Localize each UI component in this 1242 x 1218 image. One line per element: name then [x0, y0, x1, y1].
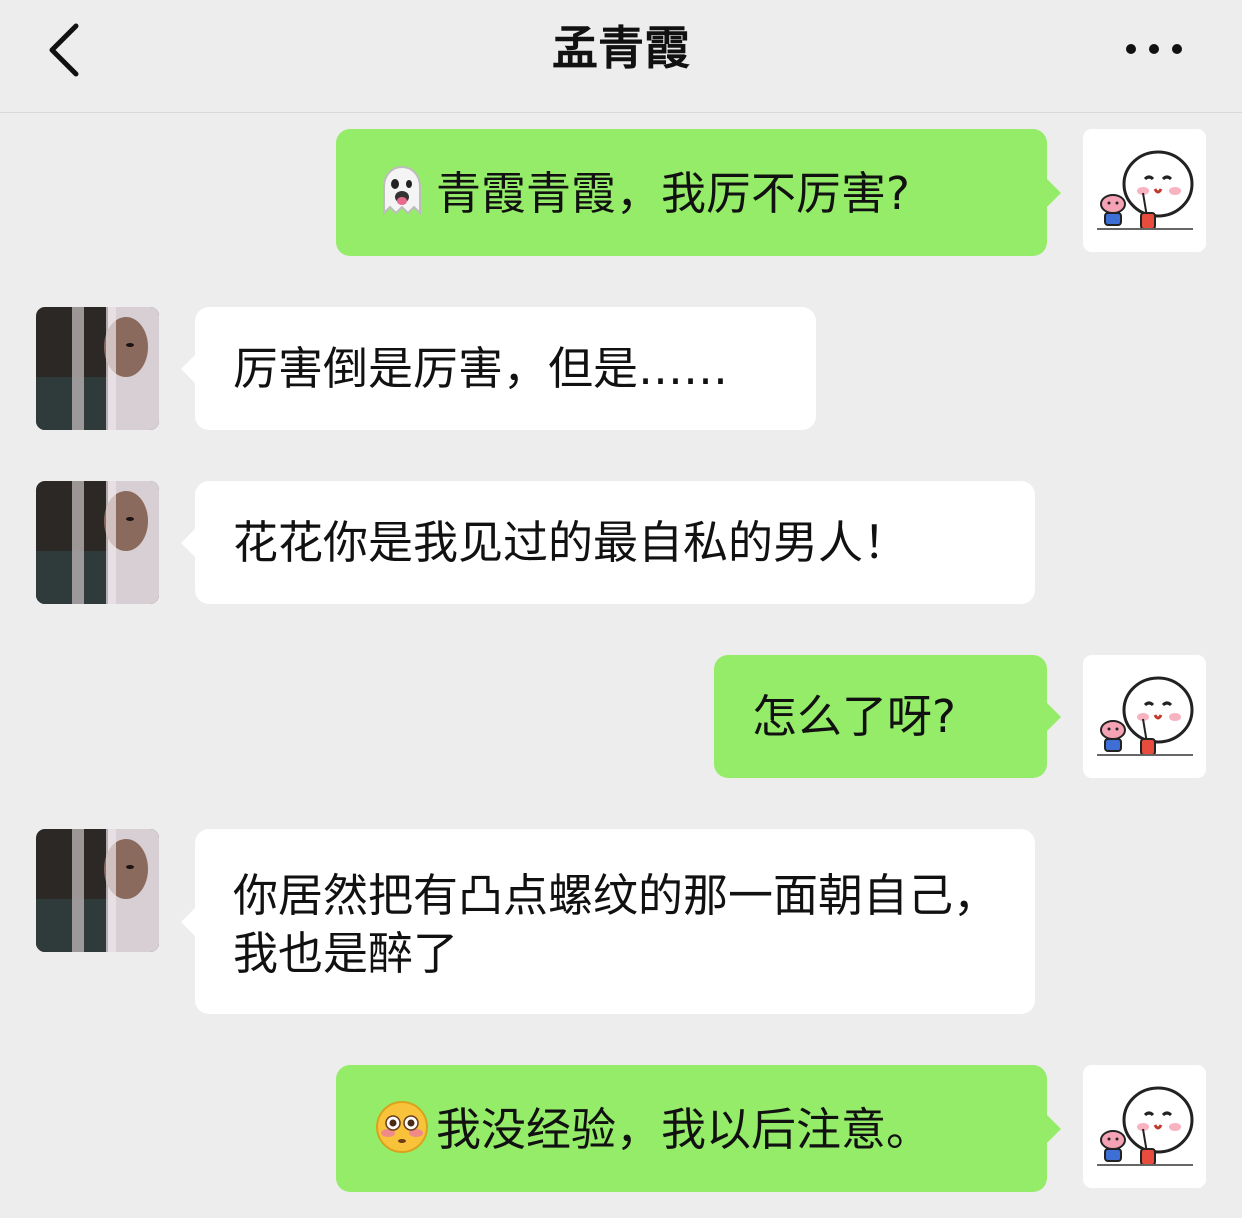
contact-photo-avatar-icon [36, 307, 159, 430]
message-text: 厉害倒是厉害，但是…… [233, 342, 729, 395]
more-dot-icon [1172, 44, 1182, 54]
message-bubble-sent[interactable]: 我没经验，我以后注意。 [336, 1065, 1061, 1192]
self-avatar[interactable] [1083, 655, 1206, 778]
message-row: 青霞青霞，我厉不厉害? [0, 129, 1242, 256]
message-row: 怎么了呀? [0, 655, 1242, 778]
message-bubble-received[interactable]: 厉害倒是厉害，但是…… [181, 307, 816, 430]
contact-avatar[interactable] [36, 481, 159, 604]
chat-title: 孟青霞 [552, 21, 690, 75]
message-bubble-received[interactable]: 花花你是我见过的最自私的男人！ [181, 481, 1035, 604]
more-dot-icon [1149, 44, 1159, 54]
message-text: 怎么了呀? [752, 690, 956, 743]
message-text: 花花你是我见过的最自私的男人！ [233, 516, 909, 569]
contact-avatar[interactable] [36, 829, 159, 952]
message-text: 青霞青霞，我厉不厉害? [436, 167, 910, 220]
message-text: 我没经验，我以后注意。 [436, 1103, 932, 1156]
message-row: 花花你是我见过的最自私的男人！ [0, 481, 1242, 604]
bun-sticker-avatar-icon [1083, 655, 1206, 778]
message-bubble-sent[interactable]: 怎么了呀? [714, 655, 1061, 778]
more-dot-icon [1126, 44, 1136, 54]
contact-photo-avatar-icon [36, 481, 159, 604]
message-bubble-sent[interactable]: 青霞青霞，我厉不厉害? [336, 129, 1061, 256]
bun-sticker-avatar-icon [1083, 129, 1206, 252]
more-options-button[interactable] [1122, 30, 1186, 66]
message-bubble-received[interactable]: 你居然把有凸点螺纹的那一面朝自己，我也是醉了 [181, 829, 1035, 1014]
contact-photo-avatar-icon [36, 829, 159, 952]
self-avatar[interactable] [1083, 129, 1206, 252]
self-avatar[interactable] [1083, 1065, 1206, 1188]
message-row: 厉害倒是厉害，但是…… [0, 307, 1242, 430]
chat-header: 孟青霞 [0, 0, 1242, 113]
contact-avatar[interactable] [36, 307, 159, 430]
message-row: 我没经验，我以后注意。 [0, 1065, 1242, 1192]
message-text: 你居然把有凸点螺纹的那一面朝自己，我也是醉了 [233, 869, 999, 980]
ghost-emoji-icon [383, 165, 421, 216]
message-row: 你居然把有凸点螺纹的那一面朝自己，我也是醉了 [0, 829, 1242, 1014]
bun-sticker-avatar-icon [1083, 1065, 1206, 1188]
flushed-face-emoji-icon [376, 1101, 428, 1153]
